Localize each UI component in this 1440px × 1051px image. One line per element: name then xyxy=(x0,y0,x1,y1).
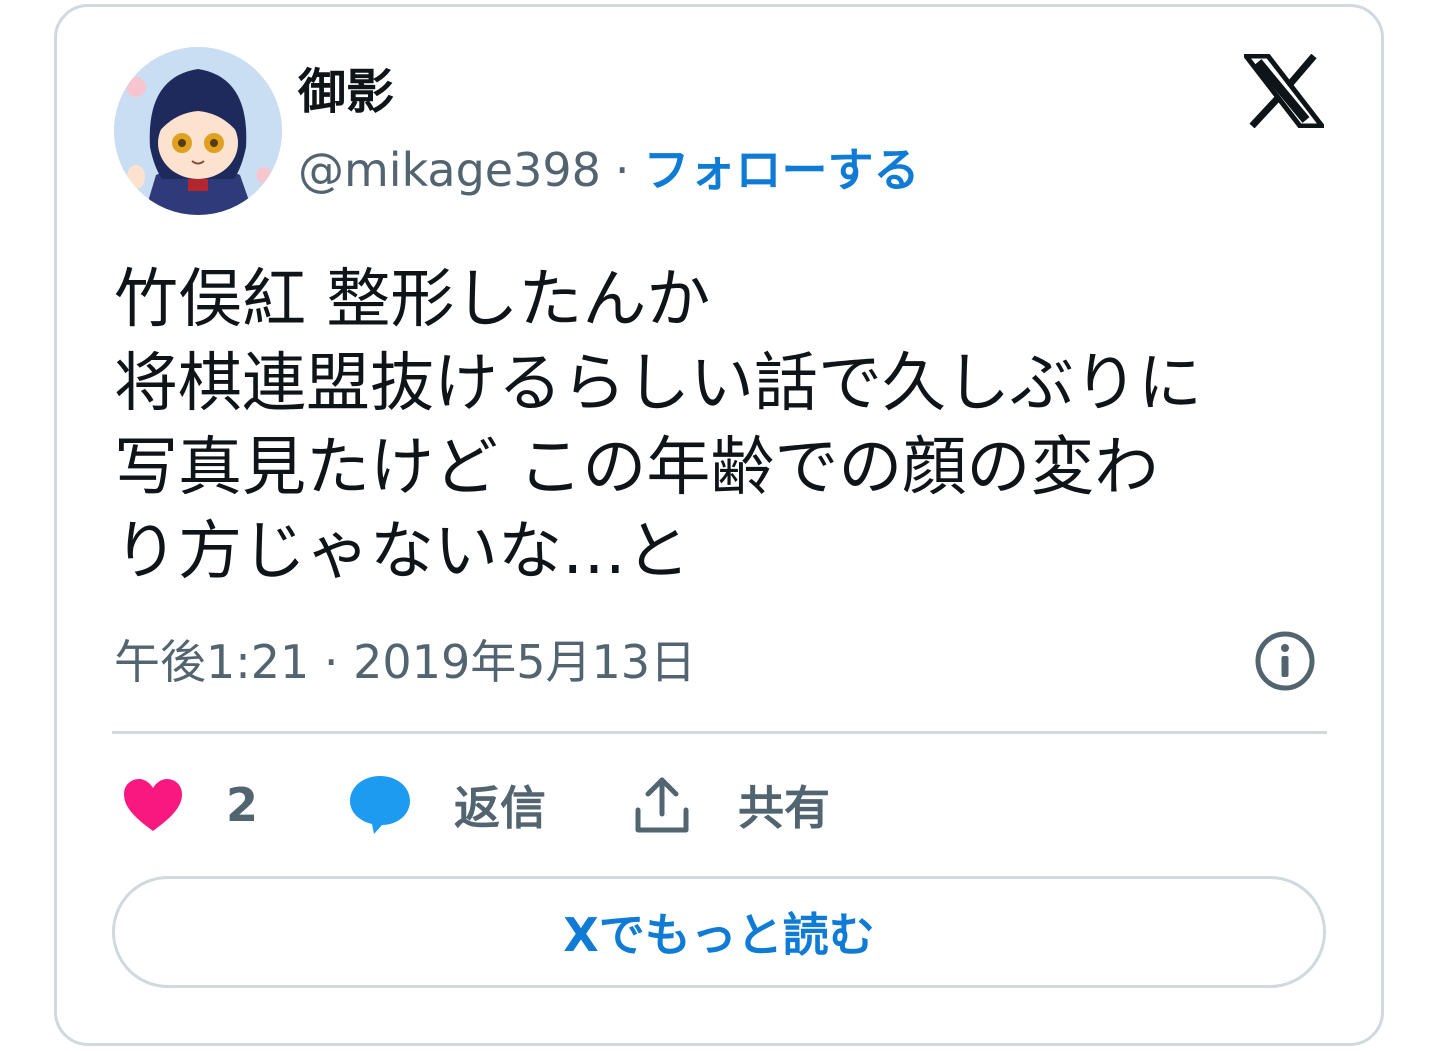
x-logo-icon[interactable] xyxy=(1244,54,1324,128)
heart-icon xyxy=(124,779,182,831)
divider xyxy=(112,731,1327,734)
tweet-text: 竹俣紅 整形したんか 将棋連盟抜けるらしい話で久しぶりに 写真見たけど この年齢… xyxy=(114,258,1334,594)
share-button[interactable]: 共有 xyxy=(634,770,830,840)
share-label: 共有 xyxy=(738,781,830,835)
follow-button[interactable]: フォローする xyxy=(644,143,920,197)
like-count: 2 xyxy=(226,778,259,832)
read-more-label: Xでもっと読む xyxy=(563,908,875,962)
reply-button[interactable]: 返信 xyxy=(348,770,546,840)
speech-bubble-icon xyxy=(350,776,410,834)
separator-dot: · xyxy=(614,143,630,197)
avatar-illustration xyxy=(114,47,282,215)
tweet-line: 竹俣紅 整形したんか xyxy=(114,263,711,337)
author-handle-row: @mikage398 · フォローする xyxy=(298,138,920,202)
tweet-line: り方じゃないな…と xyxy=(114,515,690,589)
read-more-button[interactable]: Xでもっと読む xyxy=(112,876,1326,988)
tweet-line: 写真見たけど この年齢での顔の変わ xyxy=(114,431,1159,505)
like-button[interactable]: 2 xyxy=(122,770,258,840)
info-icon[interactable] xyxy=(1254,630,1316,692)
reply-label: 返信 xyxy=(454,781,546,835)
upload-share-icon xyxy=(635,777,689,833)
author-display-name[interactable]: 御影 xyxy=(298,62,394,122)
tweet-timestamp[interactable]: 午後1:21 · 2019年5月13日 xyxy=(114,632,696,692)
avatar[interactable] xyxy=(114,47,282,215)
tweet-line: 将棋連盟抜けるらしい話で久しぶりに xyxy=(114,347,1202,421)
author-handle[interactable]: @mikage398 xyxy=(298,143,601,197)
